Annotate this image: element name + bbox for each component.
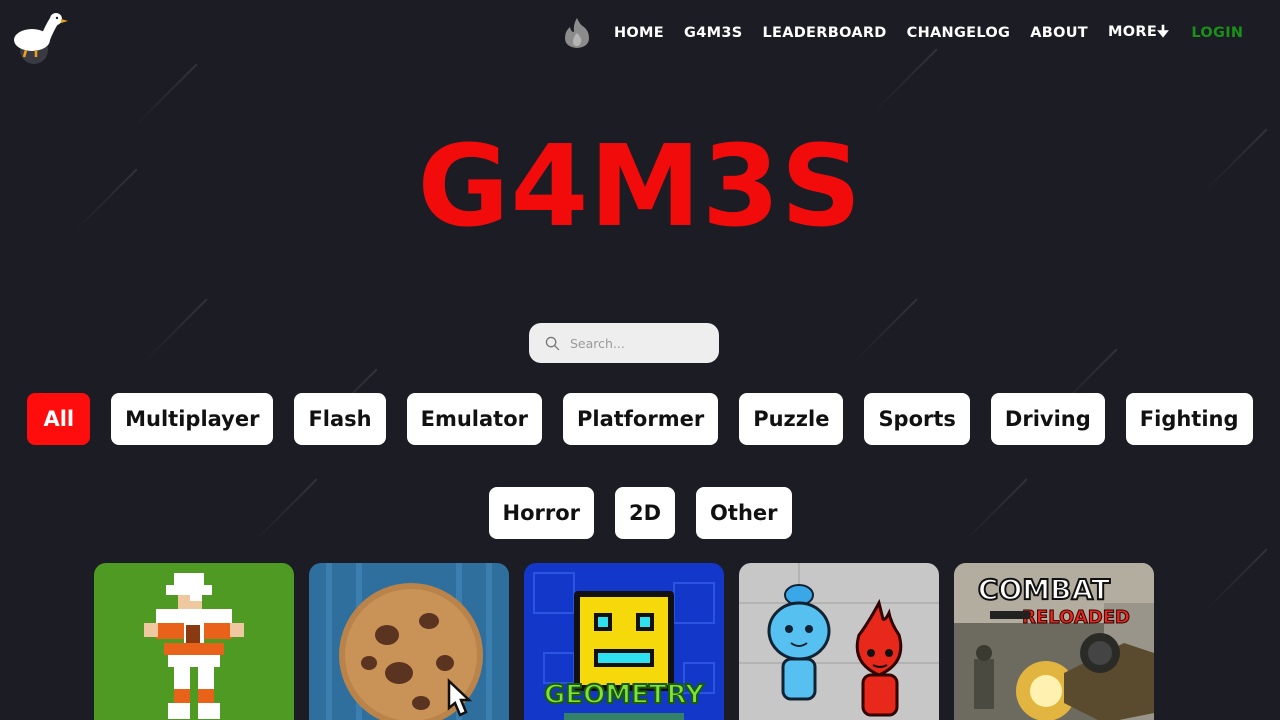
game-tile[interactable]: GEOMETRY [524,563,724,720]
search-box[interactable] [529,323,719,363]
game-grid: GEOMETRY COMBAT RELOADED [94,563,1169,720]
category-filter-row: All Multiplayer Flash Emulator Platforme… [0,393,1280,445]
nav-home[interactable]: HOME [614,25,664,41]
category-flash[interactable]: Flash [294,393,386,445]
category-platformer[interactable]: Platformer [563,393,719,445]
nav-more-dropdown[interactable]: MORE🠋 [1108,21,1169,46]
game-tile[interactable] [739,563,939,720]
page-title: G4M3S [417,122,863,252]
category-filter-row: Horror 2D Other [0,487,1280,539]
game-subtitle-text: RELOADED [1022,607,1130,628]
nav-changelog[interactable]: CHANGELOG [907,25,1011,41]
main-nav: HOME G4M3S LEADERBOARD CHANGELOG ABOUT M… [562,18,1263,48]
nav-about[interactable]: ABOUT [1030,25,1088,41]
category-puzzle[interactable]: Puzzle [739,393,844,445]
category-multiplayer[interactable]: Multiplayer [111,393,274,445]
nav-g4m3s[interactable]: G4M3S [684,25,742,41]
category-all[interactable]: All [27,393,91,445]
combat-reloaded-thumbnail: COMBAT RELOADED [954,563,1154,720]
goose-logo-icon[interactable] [10,10,70,66]
flame-icon[interactable] [562,16,592,50]
nav-leaderboard[interactable]: LEADERBOARD [762,25,886,41]
category-driving[interactable]: Driving [990,393,1105,445]
category-sports[interactable]: Sports [864,393,970,445]
category-2d[interactable]: 2D [615,487,676,539]
pixel-football-player-thumbnail [94,563,294,720]
cookie-clicker-thumbnail [309,563,509,720]
category-emulator[interactable]: Emulator [406,393,542,445]
search-input[interactable] [570,335,700,351]
game-tile[interactable] [94,563,294,720]
game-tile[interactable] [309,563,509,720]
game-title-text: GEOMETRY [544,680,705,710]
fireboy-watergirl-thumbnail [739,563,939,720]
category-other[interactable]: Other [696,487,792,539]
category-fighting[interactable]: Fighting [1125,393,1253,445]
geometry-dash-thumbnail: GEOMETRY [524,563,724,720]
category-horror[interactable]: Horror [488,487,594,539]
nav-login[interactable]: LOGIN [1191,25,1243,41]
game-title-text: COMBAT [978,573,1110,606]
game-tile[interactable]: COMBAT RELOADED [954,563,1154,720]
search-icon [545,336,560,350]
